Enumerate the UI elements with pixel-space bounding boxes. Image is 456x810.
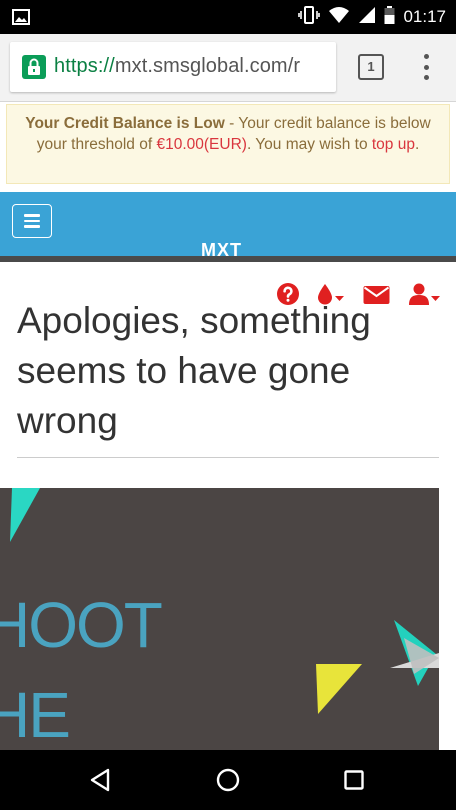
url-scheme: https:// xyxy=(54,55,115,77)
header-divider xyxy=(0,256,456,262)
top-up-link[interactable]: top up xyxy=(372,136,415,153)
status-bar: 01:17 xyxy=(0,0,456,34)
title-divider xyxy=(17,457,439,458)
recents-icon[interactable] xyxy=(344,770,364,795)
browser-menu-button[interactable] xyxy=(416,54,436,80)
wifi-icon xyxy=(328,6,350,29)
site-header: MXT xyxy=(0,192,456,256)
alert-end: . xyxy=(414,136,420,153)
browser-toolbar: https://mxt.smsglobal.com/r 1 xyxy=(0,34,456,102)
lock-icon xyxy=(22,55,46,79)
site-logo[interactable]: MXT xyxy=(201,240,242,256)
address-bar[interactable]: https://mxt.smsglobal.com/r xyxy=(10,42,336,92)
signal-icon xyxy=(358,6,376,29)
home-icon[interactable] xyxy=(216,768,240,797)
gallery-notification-icon xyxy=(12,9,30,30)
alert-title: Your Credit Balance is Low xyxy=(25,115,225,132)
illustration-text-line-1: HOOT xyxy=(0,589,163,661)
back-icon[interactable] xyxy=(88,768,112,797)
vibrate-icon xyxy=(298,5,321,29)
page-title: Apologies, something seems to have gone … xyxy=(17,300,371,441)
hamburger-menu-button[interactable] xyxy=(12,204,52,238)
alert-amount: €10.00(EUR) xyxy=(156,136,247,153)
tab-switcher-button[interactable]: 1 xyxy=(358,54,384,80)
system-navigation-bar xyxy=(0,750,456,810)
url-text: https://mxt.smsglobal.com/r xyxy=(54,55,300,78)
url-host: mxt.smsglobal.com/r xyxy=(114,55,301,77)
alert-text-2: . You may wish to xyxy=(246,136,372,153)
error-illustration: HOOT HE xyxy=(0,488,439,750)
battery-icon xyxy=(384,5,395,29)
low-balance-alert: Your Credit Balance is Low - Your credit… xyxy=(6,104,450,184)
illustration-text-line-2: HE xyxy=(0,679,71,750)
clock: 01:17 xyxy=(403,7,446,26)
